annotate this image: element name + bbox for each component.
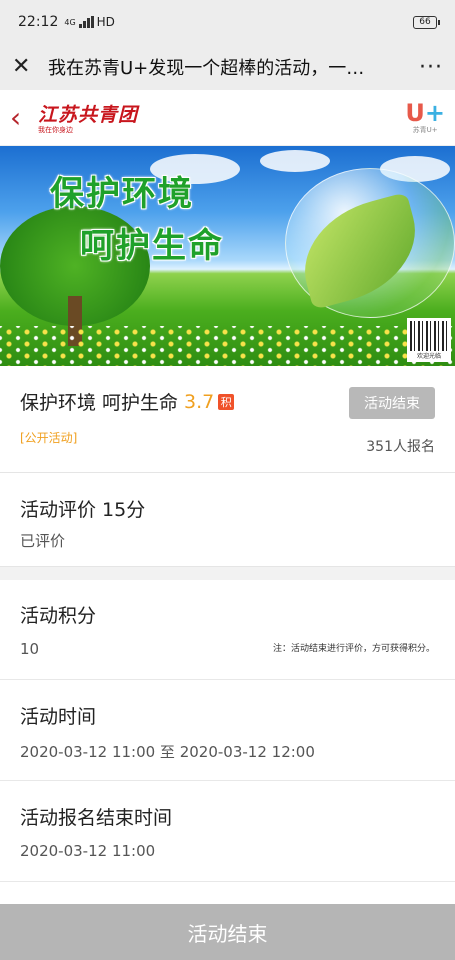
signup-end-label: 活动报名结束时间: [20, 807, 173, 829]
points-note: 注：活动结束进行评价，方可获得积分。: [272, 644, 435, 654]
u-plus-icon: U+: [405, 98, 445, 127]
brand-bar: ‹ 江苏共青团 我在你身边 U+ 苏青U+: [0, 90, 455, 146]
banner-slogan-1: 保护环境: [50, 174, 194, 214]
points-label: 活动积分: [20, 605, 97, 627]
battery-icon: 66: [413, 15, 440, 29]
back-chevron-icon[interactable]: ‹: [10, 101, 32, 134]
title-bar: ✕ 我在苏青U+发现一个超棒的活动，一… ···: [0, 44, 455, 90]
hd-label: HD: [96, 15, 115, 29]
status-time: 22:12: [18, 14, 59, 30]
network-type: 4G: [64, 17, 76, 27]
banner-slogan-2: 呵护生命: [80, 226, 224, 266]
activity-ended-bottom-button[interactable]: 活动结束: [0, 904, 455, 960]
network-indicator: 4G HD: [64, 15, 115, 29]
battery-level: 66: [419, 17, 431, 27]
evaluation-title: 活动评价 15分: [20, 499, 146, 521]
activity-time-row: 活动时间 2020-03-12 11:00 至 2020-03-12 12:00: [0, 680, 455, 781]
activity-summary: 保护环境 呵护生命 3.7 积 活动结束 [公开活动] 351人报名: [0, 366, 455, 473]
jiangsu-youth-logo: 江苏共青团 我在你身边: [38, 100, 138, 135]
close-icon[interactable]: ✕: [12, 56, 34, 78]
points-row: 活动积分 10 注：活动结束进行评价，方可获得积分。: [0, 580, 455, 680]
points-badge: 积: [218, 393, 235, 410]
evaluation-section[interactable]: 活动评价 15分 已评价: [0, 473, 455, 566]
logo-main-text: 江苏共青团: [38, 104, 139, 126]
u-logo-caption: 苏青U+: [412, 125, 438, 134]
section-divider: [0, 566, 455, 580]
signup-end-value: 2020-03-12 11:00: [20, 842, 156, 860]
activity-name: 保护环境 呵护生命: [20, 392, 179, 414]
status-bar: 22:12 4G HD 66: [0, 0, 455, 44]
activity-rating: 3.7: [184, 390, 215, 413]
qr-code: 欢迎光临: [407, 318, 451, 362]
logo-sub-text: 我在你身边: [38, 126, 73, 134]
activity-time-label: 活动时间: [20, 706, 97, 728]
signal-icon: [78, 16, 94, 28]
activity-banner-image: 保护环境 呵护生命 欢迎光临: [0, 146, 455, 366]
signup-count: 351人报名: [366, 439, 435, 455]
signup-end-row: 活动报名结束时间 2020-03-12 11:00: [0, 781, 455, 882]
page-title: 我在苏青U+发现一个超棒的活动，一…: [48, 58, 365, 79]
evaluation-state: 已评价: [20, 532, 66, 550]
qr-caption: 欢迎光临: [416, 353, 441, 360]
activity-time-value: 2020-03-12 11:00 至 2020-03-12 12:00: [20, 743, 315, 761]
activity-ended-button[interactable]: 活动结束: [349, 387, 435, 419]
more-options-icon[interactable]: ···: [419, 55, 443, 80]
su-qing-u-logo: U+ 苏青U+: [405, 101, 445, 135]
